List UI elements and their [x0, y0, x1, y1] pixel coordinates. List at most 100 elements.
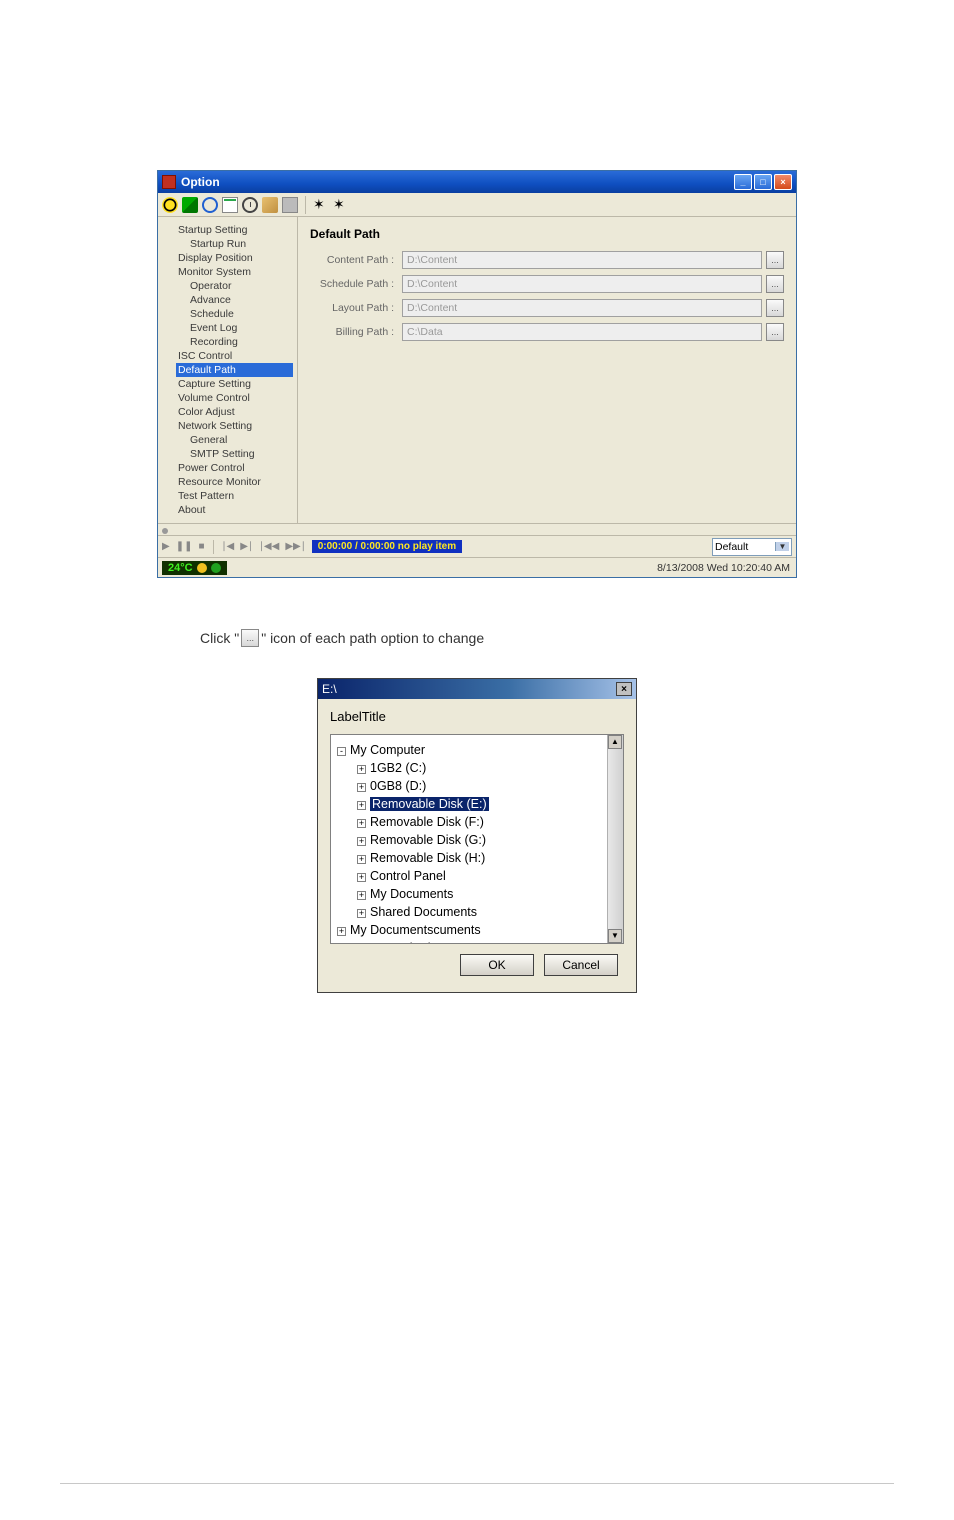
toolbar-icon-star1[interactable]: ✶ — [313, 197, 329, 213]
browse-titlebar[interactable]: E:\ × — [318, 679, 636, 699]
expand-icon[interactable]: + — [357, 855, 366, 864]
folder-tree-item[interactable]: +Removable Disk (G:) — [357, 831, 603, 849]
playlist-select[interactable]: Default ▼ — [712, 538, 792, 556]
tree-item[interactable]: Color Adjust — [176, 405, 293, 419]
rw-icon[interactable]: ∣◀◀ — [259, 541, 279, 552]
billing-path-row: Billing Path : ... — [310, 323, 784, 341]
folder-tree-item[interactable]: +Control Panel — [357, 867, 603, 885]
toolbar-icon-1[interactable] — [162, 197, 178, 213]
tree-item[interactable]: Volume Control — [176, 391, 293, 405]
tree-item[interactable]: ISC Control — [176, 349, 293, 363]
tree-item[interactable]: Test Pattern — [176, 489, 293, 503]
tree-item[interactable]: Operator — [188, 279, 293, 293]
toolbar-icon-6[interactable] — [262, 197, 278, 213]
close-button[interactable]: × — [774, 174, 792, 190]
toolbar-icon-2[interactable] — [182, 197, 198, 213]
settings-tree[interactable]: Startup SettingStartup RunDisplay Positi… — [158, 217, 298, 523]
tree-item[interactable]: Advance — [188, 293, 293, 307]
billing-path-input[interactable] — [402, 323, 762, 341]
tree-item[interactable]: Capture Setting — [176, 377, 293, 391]
expand-icon[interactable]: + — [357, 837, 366, 846]
folder-tree-item[interactable]: +0GB8 (D:) — [357, 777, 603, 795]
playback-bar: ▶ ❚❚ ■ ∣◀ ▶∣ ∣◀◀ ▶▶∣ 0:00:00 / 0:00:00 n… — [158, 535, 796, 557]
folder-tree[interactable]: -My Computer+1GB2 (C:)+0GB8 (D:)+Removab… — [331, 735, 607, 943]
folder-tree-item[interactable]: +1GB2 (C:) — [357, 759, 603, 777]
layout-path-browse-button[interactable]: ... — [766, 299, 784, 317]
tree-item[interactable]: About — [176, 503, 293, 517]
folder-tree-item[interactable]: + Removable Disk (F:) — [357, 813, 603, 831]
status-temperature: 24°C — [162, 561, 227, 575]
schedule-path-row: Schedule Path : ... — [310, 275, 784, 293]
toolbar-icon-star2[interactable]: ✶ — [333, 197, 349, 213]
tree-item[interactable]: Startup Run — [188, 237, 293, 251]
tree-item[interactable]: Recording — [188, 335, 293, 349]
collapse-icon[interactable]: - — [337, 747, 346, 756]
expand-icon[interactable]: + — [357, 783, 366, 792]
tree-item[interactable]: Startup Setting — [176, 223, 293, 237]
toolbar-icon-4[interactable] — [222, 197, 238, 213]
layout-path-input[interactable] — [402, 299, 762, 317]
folder-tree-item[interactable]: +My Documents — [357, 885, 603, 903]
scroll-up-button[interactable]: ▲ — [608, 735, 622, 749]
tree-item[interactable]: Schedule — [188, 307, 293, 321]
tree-item[interactable]: Power Control — [176, 461, 293, 475]
expand-icon[interactable]: + — [357, 873, 366, 882]
maximize-button[interactable]: □ — [754, 174, 772, 190]
scroll-down-button[interactable]: ▼ — [608, 929, 622, 943]
layout-path-row: Layout Path : ... — [310, 299, 784, 317]
next-icon[interactable]: ▶∣ — [240, 541, 253, 552]
expand-icon[interactable]: + — [357, 765, 366, 774]
billing-path-browse-button[interactable]: ... — [766, 323, 784, 341]
toolbar-icon-3[interactable] — [202, 197, 218, 213]
toolbar: ✶ ✶ — [158, 193, 796, 217]
folder-tree-item[interactable]: + Shared Documents — [357, 903, 603, 921]
tree-item[interactable]: Display Position — [176, 251, 293, 265]
content-path-label: Content Path : — [310, 254, 398, 266]
expand-icon[interactable]: + — [357, 819, 366, 828]
folder-tree-item[interactable]: -My Computer — [337, 741, 603, 759]
prev-icon[interactable]: ∣◀ — [222, 541, 235, 552]
schedule-path-browse-button[interactable]: ... — [766, 275, 784, 293]
billing-path-label: Billing Path : — [310, 326, 398, 338]
expand-icon[interactable]: + — [357, 909, 366, 918]
folder-label: Shared Documents — [370, 905, 477, 919]
help-text-after: " icon of each path option to change — [261, 628, 484, 648]
stop-icon[interactable]: ■ — [198, 541, 204, 552]
scrollbar[interactable]: ▲ ▼ — [607, 735, 623, 943]
tree-item[interactable]: Event Log — [188, 321, 293, 335]
minimize-button[interactable]: _ — [734, 174, 752, 190]
pane-title: Default Path — [310, 227, 784, 241]
content-path-browse-button[interactable]: ... — [766, 251, 784, 269]
tree-item[interactable]: Network Setting — [176, 419, 293, 433]
tree-item[interactable]: SMTP Setting — [188, 447, 293, 461]
cancel-button[interactable]: Cancel — [544, 954, 618, 976]
tree-item[interactable]: General — [188, 433, 293, 447]
seek-track[interactable] — [158, 523, 796, 535]
tree-item[interactable]: Resource Monitor — [176, 475, 293, 489]
window-titlebar[interactable]: Option _ □ × — [158, 171, 796, 193]
folder-tree-item[interactable]: +My Network Places — [337, 939, 603, 943]
browse-close-button[interactable]: × — [616, 682, 632, 696]
expand-icon[interactable]: + — [337, 927, 346, 936]
play-icon[interactable]: ▶ — [162, 541, 170, 552]
folder-label: 0GB8 (D:) — [370, 779, 426, 793]
status-bar: 24°C 8/13/2008 Wed 10:20:40 AM — [158, 557, 796, 577]
pause-icon[interactable]: ❚❚ — [176, 541, 193, 552]
tree-item[interactable]: Monitor System — [176, 265, 293, 279]
expand-icon[interactable]: + — [357, 891, 366, 900]
browse-title: E:\ — [322, 682, 616, 696]
layout-path-label: Layout Path : — [310, 302, 398, 314]
folder-tree-item[interactable]: +Removable Disk (E:) — [357, 795, 603, 813]
folder-label: Removable Disk (F:) — [370, 815, 484, 829]
expand-icon[interactable]: + — [357, 801, 366, 810]
folder-tree-item[interactable]: +Removable Disk (H:) — [357, 849, 603, 867]
tree-item[interactable]: Default Path — [176, 363, 293, 377]
toolbar-icon-7[interactable] — [282, 197, 298, 213]
ff-icon[interactable]: ▶▶∣ — [285, 541, 305, 552]
schedule-path-input[interactable] — [402, 275, 762, 293]
folder-label: My Computer — [350, 743, 425, 757]
toolbar-icon-5[interactable] — [242, 197, 258, 213]
folder-tree-item[interactable]: +My Documentscuments — [337, 921, 603, 939]
ok-button[interactable]: OK — [460, 954, 534, 976]
content-path-input[interactable] — [402, 251, 762, 269]
